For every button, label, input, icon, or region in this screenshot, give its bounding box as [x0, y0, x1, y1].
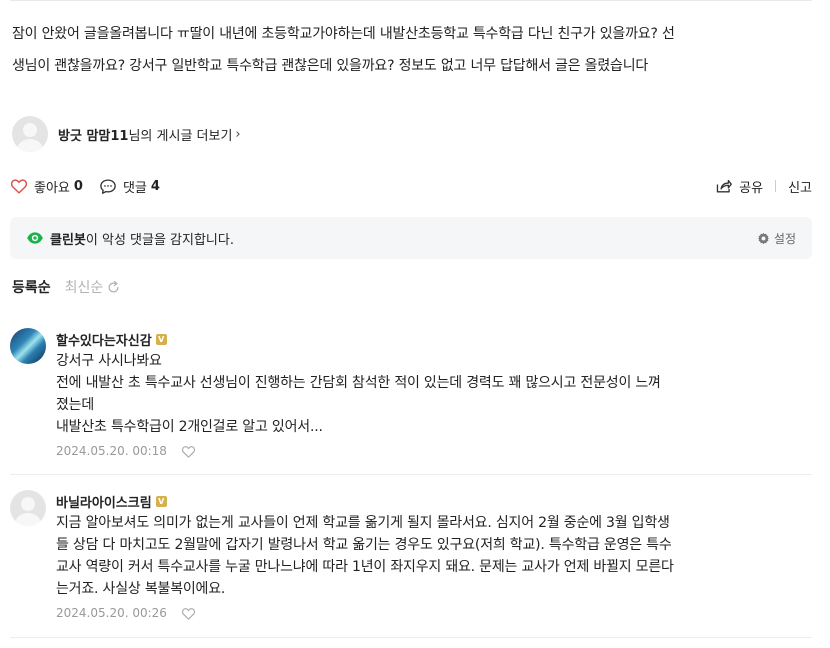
settings-label: 설정: [773, 231, 796, 246]
comment-like-heart-icon[interactable]: [181, 445, 196, 458]
share-icon: [716, 179, 733, 193]
level-badge-icon: V: [155, 334, 167, 345]
author-more-label: 님의 게시글 더보기: [128, 128, 233, 144]
top-divider: [10, 0, 812, 1]
commenter-header: 할수있다는자신감 V: [56, 330, 167, 349]
sort-by-latest-tab[interactable]: 최신순: [65, 277, 122, 297]
comment-meta: 2024.05.20. 00:18: [56, 444, 196, 458]
comment-line: 강서구 사시나봐요: [56, 353, 162, 369]
cleanbot-banner: 클린봇 이 악성 댓글을 감지합니다. 설정: [10, 217, 812, 259]
post-body: 잠이 안왔어 글을올려봅니다 ㅠ딸이 내년에 초등학교가야하는데 내발산초등학교…: [12, 18, 817, 82]
comment-sort-tabs: 등록순 최신순: [12, 276, 121, 298]
comment-divider: [10, 637, 812, 638]
report-button[interactable]: 신고: [788, 177, 812, 196]
report-label: 신고: [788, 180, 812, 196]
author-more-posts-link[interactable]: 방긋 맘맘11 님의 게시글 더보기 ›: [58, 125, 241, 144]
heart-icon: [10, 179, 28, 194]
comment-item: 바닐라아이스크림 V 지금 알아보셔도 의미가 없는게 교사들이 언제 학교를 …: [10, 490, 812, 630]
comment-item: 할수있다는자신감 V 강서구 사시나봐요 전에 내발산 초 특수교사 선생님이 …: [10, 328, 812, 468]
like-button[interactable]: 좋아요 0: [10, 177, 83, 196]
author-name: 방긋 맘맘11: [58, 128, 129, 144]
author-avatar[interactable]: [12, 116, 48, 152]
sort-by-registration-tab[interactable]: 등록순: [12, 277, 51, 297]
comment-meta: 2024.05.20. 00:26: [56, 606, 196, 620]
comment-like-heart-icon[interactable]: [181, 607, 196, 620]
like-label: 좋아요: [34, 180, 70, 196]
commenter-avatar[interactable]: [10, 490, 46, 526]
comment-line: 졌는데: [56, 397, 95, 413]
author-row: 방긋 맘맘11 님의 게시글 더보기 ›: [12, 114, 241, 154]
cleanbot-name: 클린봇: [50, 232, 86, 248]
refresh-icon: [108, 280, 119, 292]
comment-label: 댓글: [122, 180, 147, 196]
comment-text: 강서구 사시나봐요 전에 내발산 초 특수교사 선생님이 진행하는 간담회 참석…: [56, 350, 776, 438]
cleanbot-settings-button[interactable]: 설정: [757, 230, 796, 247]
commenter-avatar[interactable]: [10, 328, 46, 364]
comment-button[interactable]: 댓글 4: [99, 177, 160, 196]
speech-bubble-icon: [100, 178, 116, 194]
comment-line: 교사 역량이 커서 특수교사를 누굴 만나느냐에 따라 1년이 좌지우지 돼요.…: [56, 559, 674, 575]
commenter-name[interactable]: 바닐라아이스크림: [56, 492, 152, 511]
share-report-group: 공유 신고: [715, 177, 812, 196]
commenter-header: 바닐라아이스크림 V: [56, 492, 167, 511]
post-body-line: 생님이 괜찮을까요? 강서구 일반학교 특수학급 괜찮은데 있을까요? 정보도 …: [12, 58, 649, 74]
comment-line: 지금 알아보셔도 의미가 없는게 교사들이 언제 학교를 옮기게 될지 몰라서요…: [56, 515, 670, 531]
share-label: 공유: [739, 180, 764, 196]
comment-line: 전에 내발산 초 특수교사 선생님이 진행하는 간담회 참석한 적이 있는데 경…: [56, 375, 661, 391]
comment-line: 들 상담 다 마치고도 2월말에 갑자기 발령나서 학교 옮기는 경우도 있구요…: [56, 537, 672, 553]
level-badge-icon: V: [155, 496, 167, 507]
sort-latest-label: 최신순: [64, 280, 104, 296]
comment-divider: [10, 474, 812, 475]
gear-icon: [757, 232, 770, 244]
like-count: 0: [73, 178, 83, 194]
cleanbot-message: 이 악성 댓글을 감지합니다.: [85, 232, 234, 248]
post-body-line: 잠이 안왔어 글을올려봅니다 ㅠ딸이 내년에 초등학교가야하는데 내발산초등학교…: [12, 26, 675, 42]
commenter-name[interactable]: 할수있다는자신감: [56, 330, 152, 349]
share-button[interactable]: 공유: [715, 177, 763, 196]
comment-line: 내발산초 특수학급이 2개인걸로 알고 있어서...: [56, 419, 323, 435]
comment-line: 는거죠. 사실상 복불복이에요.: [56, 581, 226, 597]
comment-count: 4: [150, 178, 160, 194]
cleanbot-eye-icon: [26, 231, 44, 245]
comment-date: 2024.05.20. 00:26: [56, 606, 167, 620]
post-action-bar: 좋아요 0 댓글 4 공유 신고: [10, 174, 812, 198]
chevron-right-icon: ›: [235, 126, 241, 142]
comment-text: 지금 알아보셔도 의미가 없는게 교사들이 언제 학교를 옮기게 될지 몰라서요…: [56, 512, 776, 600]
action-separator: [775, 180, 777, 192]
comment-date: 2024.05.20. 00:18: [56, 444, 167, 458]
